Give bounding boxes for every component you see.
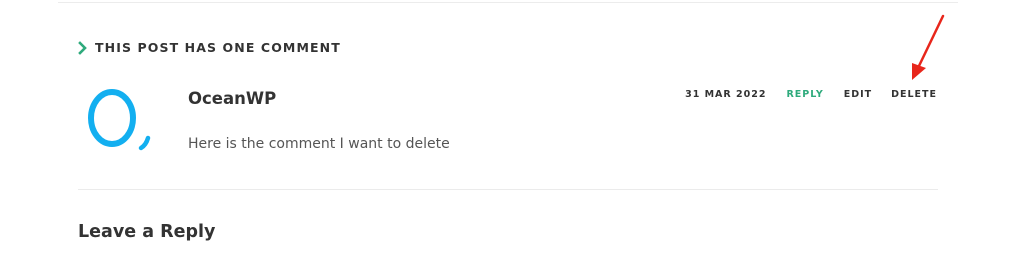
- divider: [78, 189, 938, 190]
- comment-meta: 31 MAR 2022 REPLY EDIT DELETE: [685, 89, 937, 100]
- comment-text: Here is the comment I want to delete: [188, 136, 450, 152]
- edit-link[interactable]: EDIT: [844, 89, 872, 100]
- red-arrow-icon: [912, 14, 945, 80]
- comments-title: THIS POST HAS ONE COMMENT: [95, 39, 341, 55]
- reply-link[interactable]: REPLY: [786, 89, 823, 100]
- comments-heading: THIS POST HAS ONE COMMENT: [77, 38, 341, 56]
- oceanwp-logo-icon: [88, 89, 151, 151]
- chevron-right-icon: [77, 40, 89, 55]
- delete-link[interactable]: DELETE: [891, 89, 937, 100]
- top-border: [58, 2, 958, 3]
- page: THIS POST HAS ONE COMMENT OceanWP 31 MAR…: [0, 0, 1025, 256]
- comment-author[interactable]: OceanWP: [188, 89, 276, 108]
- leave-reply-title: Leave a Reply: [78, 222, 216, 242]
- avatar[interactable]: [86, 88, 154, 152]
- comment-date[interactable]: 31 MAR 2022: [685, 89, 766, 100]
